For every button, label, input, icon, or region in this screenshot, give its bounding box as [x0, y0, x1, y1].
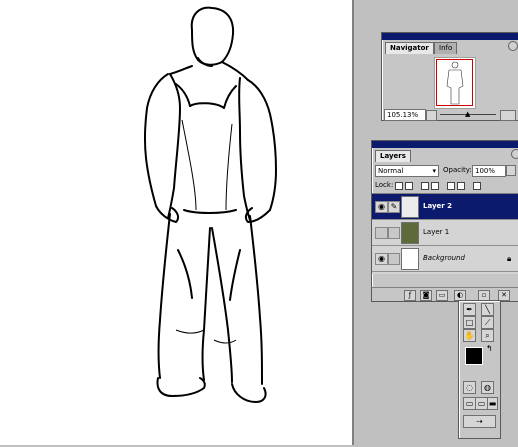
opacity-arrow-icon[interactable] [506, 165, 516, 176]
layer-row-layer-1[interactable]: Layer 1 [372, 220, 518, 246]
layer-row-background[interactable]: ◉ Background 🔒︎ [372, 246, 518, 272]
screen-mode-fullscreen-icon[interactable]: ▬ [487, 397, 498, 410]
standard-mode-icon[interactable]: ◌ [463, 381, 476, 394]
paintbrush-icon[interactable]: ✎ [388, 201, 400, 213]
layer-thumbnail [401, 196, 419, 218]
layer-row-layer-2[interactable]: ◉ ✎ Layer 2 [372, 194, 518, 220]
navigator-titlebar[interactable] [382, 33, 518, 40]
line-icon[interactable]: ╲ [481, 303, 494, 316]
lock-all-checkbox[interactable] [457, 182, 465, 190]
tab-navigator[interactable]: Navigator [385, 42, 434, 54]
line-art-man-drawing [143, 6, 277, 403]
opacity-field[interactable]: 100% [472, 165, 506, 177]
layers-footer: ƒ ◙ ▭ ◐ ▫ ✕ [372, 287, 518, 301]
notes-icon[interactable]: □ [463, 316, 476, 329]
layer-style-icon[interactable]: ƒ [404, 290, 416, 301]
quick-mask-icon[interactable]: ◍ [481, 381, 494, 394]
layers-list: ◉ ✎ Layer 2 Layer 1 ◉ Background 🔒︎ [372, 193, 518, 274]
pen-icon[interactable]: ✒ [463, 303, 476, 316]
lock-label: Lock: [375, 181, 394, 189]
mask-icon[interactable]: ◙ [420, 290, 432, 301]
swap-colors-icon[interactable]: ↰ [486, 344, 493, 353]
navigator-palette: Navigator Info 105.13% ▲ [381, 32, 518, 121]
canvas-border [352, 0, 354, 445]
close-icon[interactable] [511, 149, 518, 159]
lock-icon[interactable] [473, 182, 481, 190]
zoom-field[interactable]: 105.13% [384, 109, 426, 121]
layers-palette: Layers Normal ▾ Opacity: 100% Lock: ◉ ✎ … [371, 140, 518, 302]
lock-move-checkbox[interactable] [447, 182, 455, 190]
layer-name: Layer 1 [423, 228, 450, 236]
lock-brush-checkbox[interactable] [421, 182, 429, 190]
tab-layers[interactable]: Layers [375, 150, 411, 162]
jump-to-imageready-icon[interactable]: ⇢ [463, 415, 496, 428]
eye-icon[interactable]: ◉ [375, 253, 388, 265]
tab-info[interactable]: Info [434, 42, 458, 54]
blend-mode-select[interactable]: Normal ▾ [375, 165, 439, 177]
blend-mode-value: Normal [378, 167, 404, 175]
lock-transparent-checkbox[interactable] [395, 182, 403, 190]
tools-palette: ✒ ╲ □ ⟋ ✋ ⌕ ↰ ◌ ◍ ▭ ▭ ▬ ⇢ [458, 300, 501, 439]
document-canvas[interactable] [0, 0, 352, 445]
lock-position-checkbox[interactable] [431, 182, 439, 190]
zoom-in-icon[interactable] [500, 110, 516, 121]
close-icon[interactable] [508, 41, 518, 51]
eye-hidden-icon[interactable] [375, 227, 388, 239]
layer-thumbnail [401, 222, 419, 244]
zoom-slider-handle-icon[interactable]: ▲ [465, 110, 470, 118]
eyedropper-icon[interactable]: ⟋ [481, 316, 494, 329]
layer-name: Layer 2 [423, 202, 453, 210]
lock-icon: 🔒︎ [507, 254, 512, 263]
folder-icon[interactable]: ▭ [436, 290, 448, 301]
eye-icon[interactable]: ◉ [375, 201, 388, 213]
layers-titlebar[interactable] [372, 141, 518, 148]
lock-image-checkbox[interactable] [405, 182, 413, 190]
link-icon[interactable] [388, 253, 400, 265]
layer-name: Background [423, 254, 465, 262]
layer-thumbnail [401, 248, 419, 270]
opacity-label: Opacity: [443, 166, 472, 174]
navigator-view-box[interactable] [436, 59, 473, 106]
zoom-icon[interactable]: ⌕ [481, 329, 494, 342]
zoom-out-icon[interactable] [426, 110, 437, 121]
foreground-color-swatch[interactable] [465, 347, 483, 365]
link-icon[interactable] [388, 227, 400, 239]
navigator-thumbnail[interactable] [434, 57, 476, 109]
chevron-down-icon: ▾ [432, 167, 436, 175]
hand-icon[interactable]: ✋ [463, 329, 476, 342]
